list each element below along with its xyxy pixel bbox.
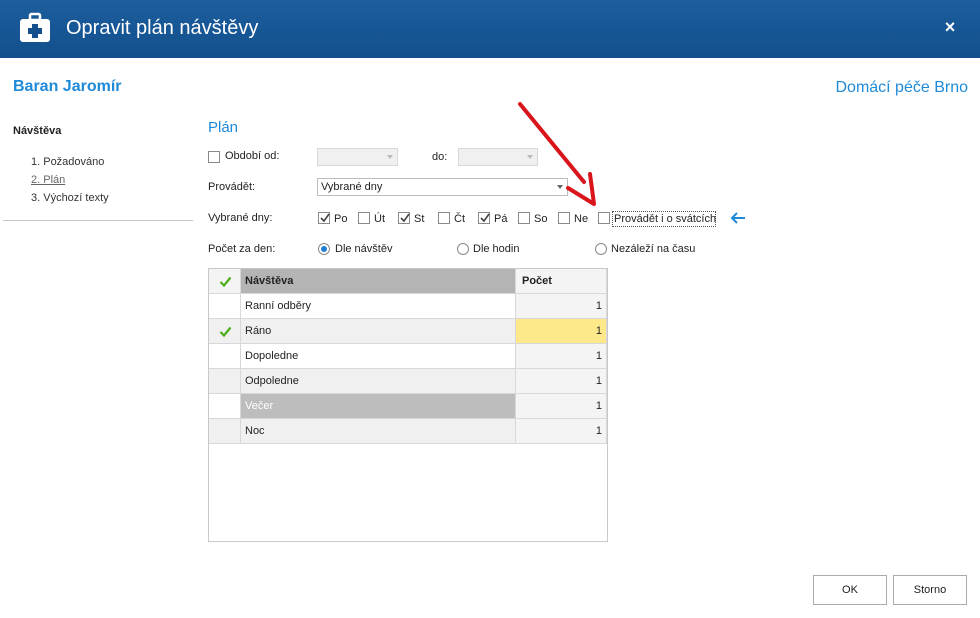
visit-count[interactable]: 1 xyxy=(516,369,607,394)
day-label-ct: Čt xyxy=(454,213,465,225)
cancel-button[interactable]: Storno xyxy=(893,575,967,605)
day-label-ne: Ne xyxy=(574,213,589,225)
column-header-navsteva[interactable]: Návštěva xyxy=(241,269,516,294)
chevron-down-icon xyxy=(387,155,393,159)
client-name: Baran Jaromír xyxy=(13,78,122,95)
radio-label-dle-hodin: Dle hodin xyxy=(473,243,520,255)
title-bar: Opravit plán návštěvy × xyxy=(0,0,980,58)
window-title: Opravit plán návštěvy xyxy=(66,17,259,39)
checkmark-icon xyxy=(480,213,490,223)
row-check-cell[interactable] xyxy=(209,319,241,344)
count-label: Počet za den: xyxy=(208,243,276,255)
table-row[interactable]: Noc 1 xyxy=(209,419,607,444)
checkmark-icon xyxy=(400,213,410,223)
day-label-ut: Út xyxy=(374,213,385,225)
row-check-cell[interactable] xyxy=(209,369,241,394)
day-label-so: So xyxy=(534,213,548,225)
row-check-cell[interactable] xyxy=(209,294,241,319)
organization-name: Domácí péče Brno xyxy=(835,79,968,96)
radio-label-dle-navstev: Dle návštěv xyxy=(335,243,393,255)
checkmark-icon xyxy=(320,213,330,223)
green-check-icon xyxy=(219,276,232,287)
table-row[interactable]: Dopoledne 1 xyxy=(209,344,607,369)
arrow-left-icon xyxy=(730,212,745,224)
day-checkbox-ct[interactable] xyxy=(438,212,450,224)
radio-label-nezalezi: Nezáleží na času xyxy=(611,243,696,255)
days-label: Vybrané dny: xyxy=(208,212,273,224)
day-checkbox-so[interactable] xyxy=(518,212,530,224)
section-title: Plán xyxy=(208,119,239,136)
annotation-arrow-icon xyxy=(518,102,596,206)
ok-button[interactable]: OK xyxy=(813,575,887,605)
table-row[interactable]: Večer 1 xyxy=(209,394,607,419)
close-button[interactable]: × xyxy=(940,16,960,38)
radio-dle-hodin[interactable] xyxy=(457,243,469,255)
visit-name: Noc xyxy=(241,419,516,444)
period-label: Období od: xyxy=(225,150,280,162)
day-checkbox-pa[interactable] xyxy=(478,212,490,224)
day-label-st: St xyxy=(414,213,425,225)
row-check-cell[interactable] xyxy=(209,344,241,369)
day-checkbox-po[interactable] xyxy=(318,212,330,224)
nav-divider xyxy=(3,220,193,221)
visit-name: Ráno xyxy=(241,319,516,344)
period-checkbox[interactable] xyxy=(208,151,220,163)
green-check-icon xyxy=(219,326,232,337)
radio-nezalezi-na-casu[interactable] xyxy=(595,243,607,255)
radio-dle-navstev[interactable] xyxy=(318,243,330,255)
select-all-cell[interactable] xyxy=(209,269,241,294)
holidays-checkbox[interactable] xyxy=(598,212,610,224)
visit-name: Ranní odběry xyxy=(241,294,516,319)
day-checkbox-st[interactable] xyxy=(398,212,410,224)
table-row[interactable]: Odpoledne 1 xyxy=(209,369,607,394)
row-check-cell[interactable] xyxy=(209,419,241,444)
visit-count[interactable]: 1 xyxy=(516,294,607,319)
visit-name: Odpoledne xyxy=(241,369,516,394)
nav-item-vychozi-texty[interactable]: 3. Výchozí texty xyxy=(31,192,109,204)
visit-count[interactable]: 1 xyxy=(516,319,607,344)
table-row[interactable]: Ráno 1 xyxy=(209,319,607,344)
day-checkbox-ut[interactable] xyxy=(358,212,370,224)
day-checkbox-ne[interactable] xyxy=(558,212,570,224)
visits-grid[interactable]: Návštěva Počet Ranní odběry 1 Ráno 1 Dop… xyxy=(208,268,608,542)
perform-select-value: Vybrané dny xyxy=(321,181,383,193)
visit-name: Večer xyxy=(241,394,516,419)
column-header-pocet[interactable]: Počet xyxy=(516,269,607,294)
nav-item-plan[interactable]: 2. Plán xyxy=(31,174,65,186)
first-aid-kit-icon xyxy=(20,12,50,42)
nav-item-pozadovano[interactable]: 1. Požadováno xyxy=(31,156,104,168)
period-from-select[interactable] xyxy=(317,148,398,166)
holidays-label[interactable]: Provádět i o svátcích xyxy=(614,213,716,225)
visit-count[interactable]: 1 xyxy=(516,419,607,444)
perform-label: Provádět: xyxy=(208,181,256,193)
day-label-pa: Pá xyxy=(494,213,508,225)
table-row[interactable]: Ranní odběry 1 xyxy=(209,294,607,319)
grid-header: Návštěva Počet xyxy=(209,269,607,294)
period-to-label: do: xyxy=(432,151,448,163)
row-check-cell[interactable] xyxy=(209,394,241,419)
day-label-po: Po xyxy=(334,213,348,225)
visit-count[interactable]: 1 xyxy=(516,394,607,419)
visit-name: Dopoledne xyxy=(241,344,516,369)
nav-heading: Návštěva xyxy=(13,125,62,137)
visit-count[interactable]: 1 xyxy=(516,344,607,369)
